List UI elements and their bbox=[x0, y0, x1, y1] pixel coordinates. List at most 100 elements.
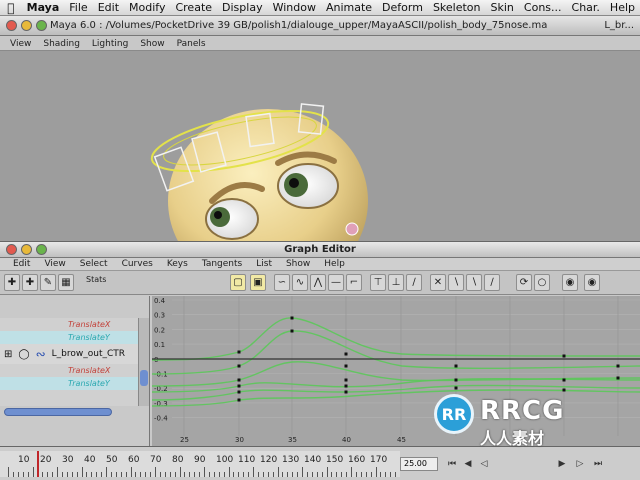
curve-set[interactable] bbox=[152, 317, 640, 407]
panel-menu-panels[interactable]: Panels bbox=[171, 37, 212, 50]
normalize-icon[interactable]: ∕ bbox=[484, 274, 500, 291]
outliner-node[interactable]: ⊞ ◯ ∾ L_brow_out_CTR bbox=[0, 344, 138, 364]
menu-window[interactable]: Window bbox=[268, 1, 321, 14]
channel-translate-y-bottom[interactable]: TranslateY bbox=[0, 377, 138, 390]
infinity-icon[interactable]: ○ bbox=[534, 274, 550, 291]
menu-display[interactable]: Display bbox=[217, 1, 268, 14]
cheek-control[interactable] bbox=[345, 222, 359, 236]
graph-editor-close-button[interactable] bbox=[6, 244, 17, 255]
ge-menu-select[interactable]: Select bbox=[73, 258, 115, 270]
play-forward-icon[interactable]: ▶ bbox=[556, 457, 568, 471]
current-frame-field[interactable]: 25.00 bbox=[400, 457, 438, 471]
menu-file[interactable]: File bbox=[64, 1, 92, 14]
key-point[interactable] bbox=[562, 354, 566, 358]
key-point[interactable] bbox=[562, 378, 566, 382]
ge-menu-curves[interactable]: Curves bbox=[115, 258, 160, 270]
animation-curve[interactable] bbox=[152, 317, 640, 361]
animation-curve[interactable] bbox=[152, 330, 640, 375]
apple-icon[interactable]:  bbox=[0, 1, 22, 15]
panel-menu-shading[interactable]: Shading bbox=[37, 37, 86, 50]
ge-menu-keys[interactable]: Keys bbox=[160, 258, 195, 270]
animation-curve[interactable] bbox=[152, 389, 640, 407]
cycle-icon[interactable]: ⟳ bbox=[516, 274, 532, 291]
key-point[interactable] bbox=[344, 378, 348, 382]
time-slider[interactable]: 10 20 30 40 50 60 70 80 90 100 110 120 130 140 150 160 1… bbox=[0, 446, 640, 480]
spline-tangent-icon[interactable]: ∽ bbox=[274, 274, 290, 291]
key-point[interactable] bbox=[237, 384, 241, 388]
zoom-button[interactable] bbox=[36, 20, 47, 31]
stepped-tangent-icon[interactable]: ⌐ bbox=[346, 274, 362, 291]
graph-editor-zoom-button[interactable] bbox=[36, 244, 47, 255]
unify-tangent-icon[interactable]: ✕ bbox=[430, 274, 446, 291]
key-point[interactable] bbox=[344, 384, 348, 388]
add-key-tool-icon[interactable]: ✎ bbox=[40, 274, 56, 291]
graph-editor-minimize-button[interactable] bbox=[21, 244, 32, 255]
menu-modify[interactable]: Modify bbox=[124, 1, 170, 14]
free-weight-icon[interactable]: ∖ bbox=[448, 274, 464, 291]
ge-menu-view[interactable]: View bbox=[37, 258, 72, 270]
swap-buffer-icon[interactable]: ⊥ bbox=[388, 274, 404, 291]
key-point[interactable] bbox=[290, 316, 294, 320]
current-time-marker[interactable] bbox=[37, 451, 39, 477]
close-button[interactable] bbox=[6, 20, 17, 31]
menu-skin[interactable]: Skin bbox=[486, 1, 519, 14]
menu-constrain[interactable]: Cons... bbox=[519, 1, 567, 14]
key-point[interactable] bbox=[616, 376, 620, 380]
go-to-end-icon[interactable]: ⏭ bbox=[592, 457, 604, 471]
flat-tangent-icon[interactable]: — bbox=[328, 274, 344, 291]
key-point[interactable] bbox=[454, 386, 458, 390]
key-point[interactable] bbox=[454, 378, 458, 382]
lock-weight-icon[interactable]: ∖ bbox=[466, 274, 482, 291]
break-tangent-icon[interactable]: ∕ bbox=[406, 274, 422, 291]
buffer-curve-icon[interactable]: ⊤ bbox=[370, 274, 386, 291]
insert-key-tool-icon[interactable]: ✚ bbox=[22, 274, 38, 291]
frame-all-icon[interactable]: ▢ bbox=[230, 274, 246, 291]
step-back-key-icon[interactable]: ◀ bbox=[462, 457, 474, 471]
menu-character[interactable]: Char. bbox=[567, 1, 605, 14]
menu-create[interactable]: Create bbox=[170, 1, 217, 14]
graph-view[interactable]: 0.4 0.3 0.2 0.1 0 -0.1 -0.2 -0.3 -0.4 25 30 35 40 45 bbox=[152, 296, 640, 446]
menu-edit[interactable]: Edit bbox=[93, 1, 124, 14]
linear-tangent-icon[interactable]: ⋀ bbox=[310, 274, 326, 291]
key-sync-icon[interactable]: ◉ bbox=[562, 274, 578, 291]
key-point[interactable] bbox=[344, 390, 348, 394]
expand-icon[interactable]: ⊞ bbox=[4, 349, 12, 360]
key-point[interactable] bbox=[344, 352, 348, 356]
channel-translate-x-top[interactable]: TranslateX bbox=[0, 318, 138, 331]
menu-animate[interactable]: Animate bbox=[321, 1, 377, 14]
outliner-horizontal-scrollbar[interactable] bbox=[4, 408, 112, 416]
step-forward-icon[interactable]: ▷ bbox=[574, 457, 586, 471]
clamped-tangent-icon[interactable]: ∿ bbox=[292, 274, 308, 291]
key-point[interactable] bbox=[237, 398, 241, 402]
key-point[interactable] bbox=[344, 364, 348, 368]
key-point[interactable] bbox=[616, 364, 620, 368]
outliner-scroll-thumb[interactable] bbox=[140, 370, 148, 386]
channel-translate-x-bottom[interactable]: TranslateX bbox=[0, 364, 138, 377]
frame-selection-icon[interactable]: ▣ bbox=[250, 274, 266, 291]
ge-menu-show[interactable]: Show bbox=[279, 258, 317, 270]
go-to-start-icon[interactable]: ⏮ bbox=[446, 457, 458, 471]
time-ruler[interactable]: 10 20 30 40 50 60 70 80 90 100 110 120 130 140 150 160 1… bbox=[0, 451, 400, 477]
step-back-frame-icon[interactable]: ◁ bbox=[478, 457, 490, 471]
menu-skeleton[interactable]: Skeleton bbox=[428, 1, 486, 14]
panel-menu-view[interactable]: View bbox=[4, 37, 37, 50]
ge-menu-tangents[interactable]: Tangents bbox=[195, 258, 249, 270]
ge-menu-edit[interactable]: Edit bbox=[6, 258, 37, 270]
minimize-button[interactable] bbox=[21, 20, 32, 31]
key-point[interactable] bbox=[290, 329, 294, 333]
ge-menu-help[interactable]: Help bbox=[317, 258, 352, 270]
perspective-viewport[interactable] bbox=[0, 51, 640, 241]
key-point[interactable] bbox=[237, 378, 241, 382]
key-point[interactable] bbox=[237, 350, 241, 354]
lattice-deform-icon[interactable]: ▦ bbox=[58, 274, 74, 291]
channel-translate-y-top[interactable]: TranslateY bbox=[0, 331, 138, 344]
menu-help[interactable]: Help bbox=[605, 1, 640, 14]
move-key-tool-icon[interactable]: ✚ bbox=[4, 274, 20, 291]
ge-menu-list[interactable]: List bbox=[249, 258, 279, 270]
key-point[interactable] bbox=[562, 388, 566, 392]
key-lock-icon[interactable]: ◉ bbox=[584, 274, 600, 291]
key-point[interactable] bbox=[237, 364, 241, 368]
head-mesh[interactable] bbox=[168, 109, 368, 241]
outliner-scrollbar[interactable] bbox=[138, 318, 149, 406]
menu-deform[interactable]: Deform bbox=[377, 1, 428, 14]
